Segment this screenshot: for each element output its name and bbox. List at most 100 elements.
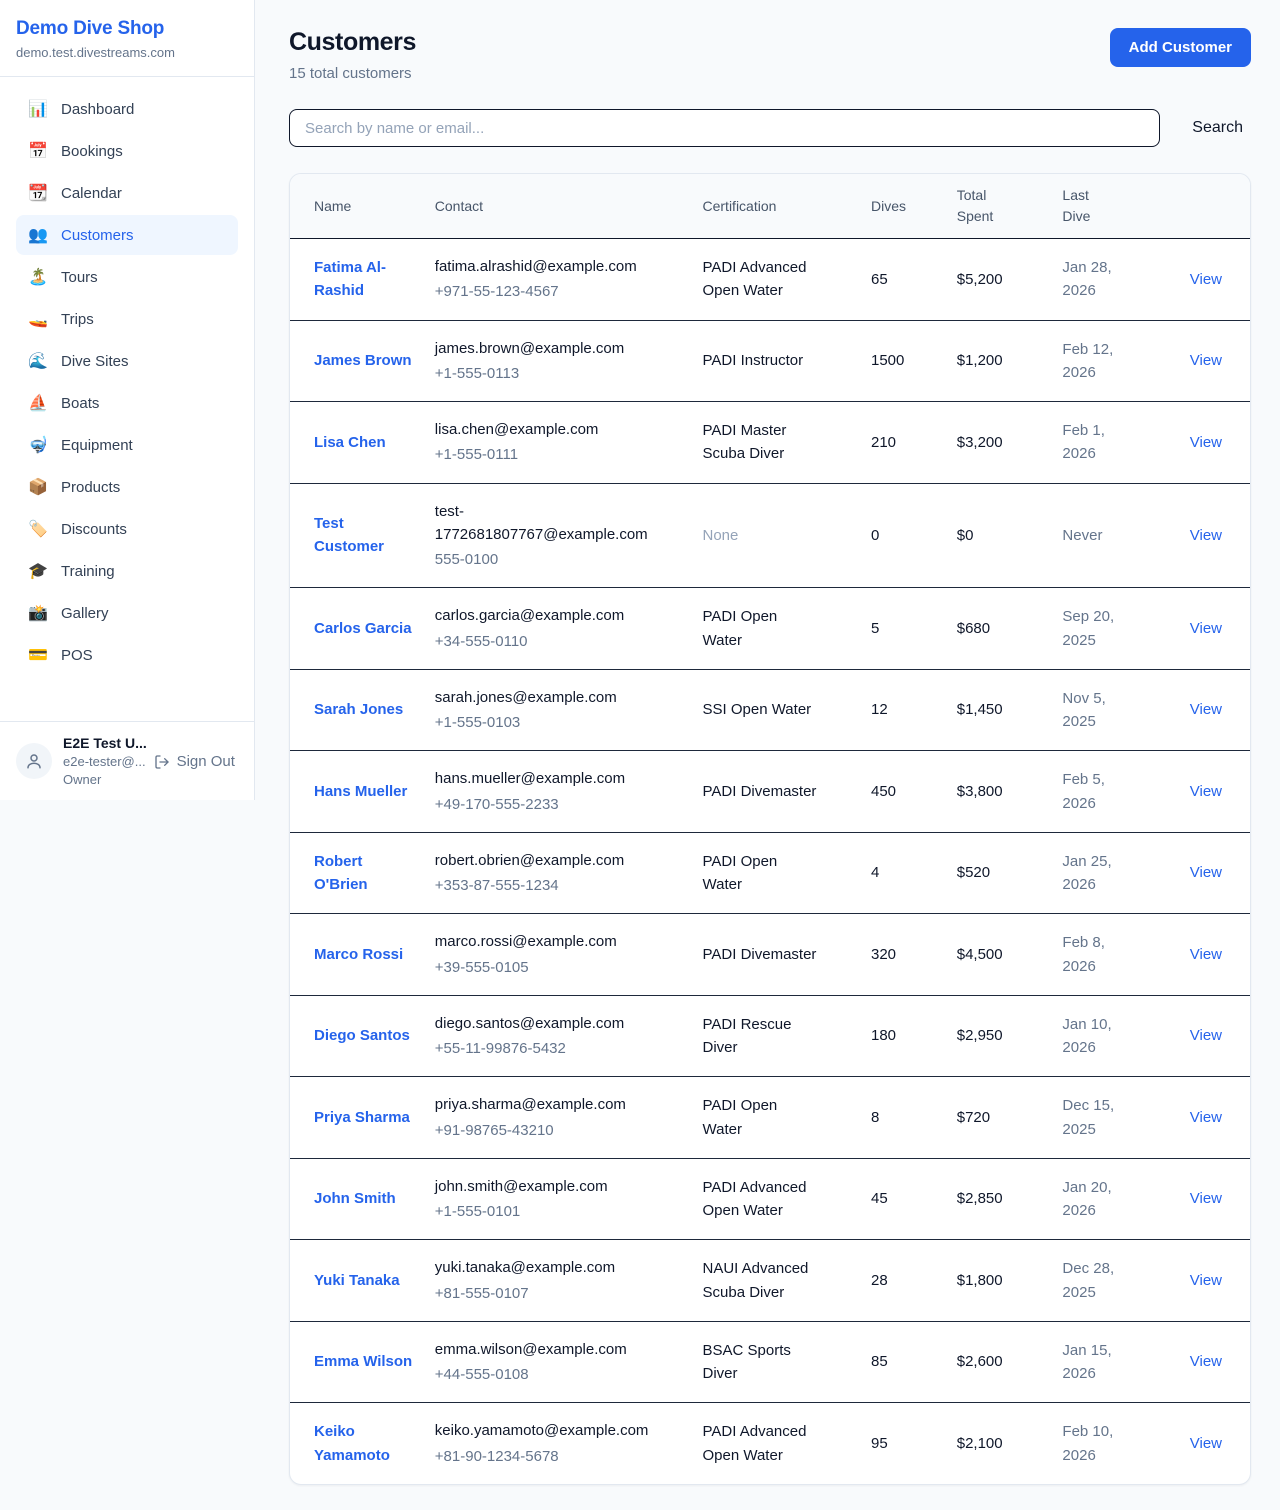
customer-last-dive: Jan 10, 2026 [1062, 1013, 1124, 1060]
table-row: Marco Rossi marco.rossi@example.com +39-… [290, 914, 1250, 996]
view-customer-link[interactable]: View [1190, 620, 1222, 637]
search-input[interactable] [289, 109, 1160, 147]
pos-icon: 💳 [28, 645, 48, 665]
avatar [16, 743, 52, 779]
customers-table-body: Fatima Al-Rashid fatima.alrashid@example… [290, 239, 1250, 1484]
customer-total-spent: $520 [957, 864, 990, 881]
sidebar-item-label: Trips [61, 311, 94, 328]
sidebar-item-products[interactable]: 📦Products [16, 467, 238, 507]
customer-certification: PADI Open Water [703, 1094, 821, 1141]
customer-dives: 5 [871, 620, 879, 637]
sign-out-button[interactable]: Sign Out [154, 753, 235, 770]
add-customer-button[interactable]: Add Customer [1110, 28, 1251, 67]
view-customer-link[interactable]: View [1190, 1353, 1222, 1370]
sidebar-item-label: Calendar [61, 185, 122, 202]
view-customer-link[interactable]: View [1190, 1027, 1222, 1044]
customer-name-link[interactable]: Priya Sharma [314, 1106, 410, 1129]
sidebar-item-discounts[interactable]: 🏷️Discounts [16, 509, 238, 549]
customer-certification: SSI Open Water [703, 698, 812, 721]
table-row: Robert O'Brien robert.obrien@example.com… [290, 832, 1250, 914]
table-row: James Brown james.brown@example.com +1-5… [290, 320, 1250, 402]
view-customer-link[interactable]: View [1190, 352, 1222, 369]
customer-total-spent: $3,800 [957, 783, 1003, 800]
sidebar-item-label: Dashboard [61, 101, 134, 118]
customer-name-link[interactable]: Fatima Al-Rashid [314, 256, 414, 303]
customer-name-link[interactable]: Marco Rossi [314, 943, 403, 966]
customer-phone: +1-555-0101 [435, 1200, 695, 1223]
sidebar-item-label: Tours [61, 269, 98, 286]
customer-email: hans.mueller@example.com [435, 767, 653, 790]
user-role: Owner [63, 772, 238, 787]
column-header-total-spent: Total Spent [957, 174, 1063, 239]
customer-name-link[interactable]: Carlos Garcia [314, 617, 412, 640]
customer-name-link[interactable]: Yuki Tanaka [314, 1269, 400, 1292]
sidebar-item-equipment[interactable]: 🤿Equipment [16, 425, 238, 465]
view-customer-link[interactable]: View [1190, 701, 1222, 718]
column-header-name: Name [290, 174, 435, 239]
sidebar-item-customers[interactable]: 👥Customers [16, 215, 238, 255]
view-customer-link[interactable]: View [1190, 1272, 1222, 1289]
shop-name: Demo Dive Shop [16, 18, 238, 40]
sidebar-item-pos[interactable]: 💳POS [16, 635, 238, 675]
customer-name-link[interactable]: John Smith [314, 1187, 396, 1210]
customer-email: sarah.jones@example.com [435, 686, 653, 709]
view-customer-link[interactable]: View [1190, 946, 1222, 963]
customer-name-link[interactable]: Keiko Yamamoto [314, 1420, 414, 1467]
customer-phone: +39-555-0105 [435, 956, 695, 979]
customer-total-spent: $720 [957, 1109, 990, 1126]
brand-header: Demo Dive Shop demo.test.divestreams.com [0, 0, 254, 77]
sidebar-item-gallery[interactable]: 📸Gallery [16, 593, 238, 633]
customer-last-dive: Feb 12, 2026 [1062, 338, 1124, 385]
view-customer-link[interactable]: View [1190, 1109, 1222, 1126]
shop-domain: demo.test.divestreams.com [16, 45, 238, 60]
customer-last-dive: Feb 8, 2026 [1062, 931, 1124, 978]
customer-name-link[interactable]: Diego Santos [314, 1024, 410, 1047]
sidebar-item-dashboard[interactable]: 📊 Dashboard [16, 89, 238, 129]
customer-certification: PADI Open Water [703, 605, 821, 652]
user-box: E2E Test U... e2e-tester@... Sign Out Ow… [0, 721, 254, 800]
search-button[interactable]: Search [1184, 119, 1251, 137]
view-customer-link[interactable]: View [1190, 1435, 1222, 1452]
sidebar-item-trips[interactable]: 🚤Trips [16, 299, 238, 339]
view-customer-link[interactable]: View [1190, 864, 1222, 881]
sidebar-item-label: Customers [61, 227, 134, 244]
sidebar-item-dive-sites[interactable]: 🌊Dive Sites [16, 341, 238, 381]
view-customer-link[interactable]: View [1190, 271, 1222, 288]
dashboard-icon: 📊 [28, 99, 48, 119]
customer-dives: 0 [871, 527, 879, 544]
customers-table: Name Contact Certification Dives Total S… [290, 174, 1250, 1484]
customer-name-link[interactable]: Lisa Chen [314, 431, 386, 454]
customer-phone: +81-90-1234-5678 [435, 1445, 695, 1468]
sign-out-icon [154, 754, 170, 770]
view-customer-link[interactable]: View [1190, 527, 1222, 544]
customer-dives: 4 [871, 864, 879, 881]
page-header: Customers 15 total customers Add Custome… [289, 28, 1251, 82]
table-row: Fatima Al-Rashid fatima.alrashid@example… [290, 239, 1250, 321]
view-customer-link[interactable]: View [1190, 434, 1222, 451]
view-customer-link[interactable]: View [1190, 783, 1222, 800]
customer-name-link[interactable]: Robert O'Brien [314, 850, 414, 897]
customer-count: 15 total customers [289, 65, 416, 82]
customer-name-link[interactable]: James Brown [314, 349, 412, 372]
table-row: Test Customer test-1772681807767@example… [290, 483, 1250, 588]
customer-last-dive: Jan 15, 2026 [1062, 1339, 1124, 1386]
customer-name-link[interactable]: Sarah Jones [314, 698, 403, 721]
customer-name-link[interactable]: Test Customer [314, 512, 414, 559]
customer-total-spent: $2,950 [957, 1027, 1003, 1044]
sidebar-item-training[interactable]: 🎓Training [16, 551, 238, 591]
customer-name-link[interactable]: Hans Mueller [314, 780, 407, 803]
customer-last-dive: Jan 25, 2026 [1062, 850, 1124, 897]
customer-email: diego.santos@example.com [435, 1012, 653, 1035]
sidebar-item-boats[interactable]: ⛵Boats [16, 383, 238, 423]
bookings-icon: 📅 [28, 141, 48, 161]
customer-last-dive: Jan 28, 2026 [1062, 256, 1124, 303]
view-customer-link[interactable]: View [1190, 1190, 1222, 1207]
sidebar-item-calendar[interactable]: 📆Calendar [16, 173, 238, 213]
customer-certification: NAUI Advanced Scuba Diver [703, 1257, 821, 1304]
customer-name-link[interactable]: Emma Wilson [314, 1350, 412, 1373]
sidebar-item-label: Bookings [61, 143, 123, 160]
sidebar-item-bookings[interactable]: 📅 Bookings [16, 131, 238, 171]
sidebar-item-tours[interactable]: 🏝️Tours [16, 257, 238, 297]
column-header-actions [1169, 174, 1250, 239]
sidebar-item-label: Boats [61, 395, 99, 412]
